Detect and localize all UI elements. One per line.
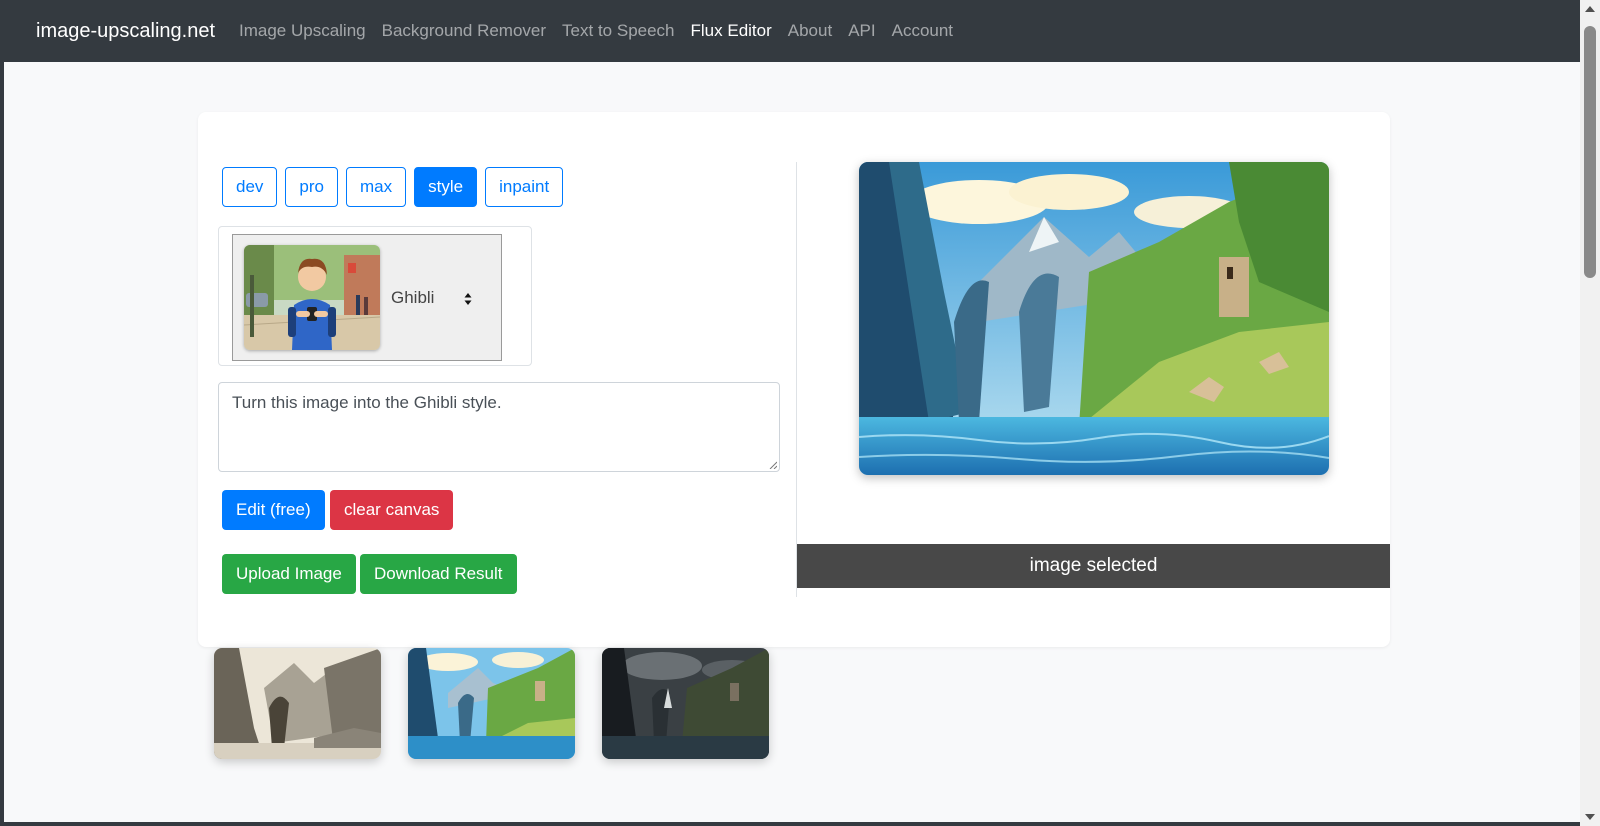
upload-image-button[interactable]: Upload Image [222, 554, 356, 594]
edit-button[interactable]: Edit (free) [222, 490, 325, 530]
tab-pro[interactable]: pro [285, 167, 338, 207]
ghibli-fjord-thumbnail[interactable] [408, 648, 575, 759]
boy-with-phone-thumbnail [244, 245, 380, 350]
prompt-textarea[interactable]: Turn this image into the Ghibli style. [218, 382, 780, 472]
top-navbar: image-upscaling.net Image Upscaling Back… [4, 0, 1580, 62]
scroll-down-icon[interactable] [1585, 814, 1595, 820]
sketch-fjord-thumbnail[interactable] [214, 648, 381, 759]
tab-dev[interactable]: dev [222, 167, 278, 207]
clear-canvas-button[interactable]: clear canvas [330, 490, 454, 530]
prompt-text: Turn this image into the Ghibli style. [232, 393, 502, 412]
page-scrollbar[interactable] [1580, 0, 1600, 826]
sort-caret-icon [464, 292, 472, 306]
nav-link-image-upscaling[interactable]: Image Upscaling [239, 21, 366, 41]
nav-link-api[interactable]: API [848, 21, 875, 41]
tab-style[interactable]: style [414, 167, 478, 207]
status-bar: image selected [797, 544, 1390, 588]
resize-grip-icon[interactable] [769, 461, 777, 469]
dark-fjord-thumbnail[interactable] [602, 648, 769, 759]
nav-link-account[interactable]: Account [892, 21, 953, 41]
style-select[interactable]: Ghibli [232, 234, 502, 361]
scroll-thumb[interactable] [1584, 26, 1596, 278]
style-selected-label: Ghibli [391, 287, 435, 307]
nav-link-text-to-speech[interactable]: Text to Speech [562, 21, 674, 41]
download-result-button[interactable]: Download Result [360, 554, 517, 594]
nav-link-background-remover[interactable]: Background Remover [382, 21, 546, 41]
style-picker-container: Ghibli [218, 226, 532, 366]
column-divider [796, 162, 797, 597]
result-image[interactable] [859, 162, 1329, 475]
scroll-up-icon[interactable] [1585, 6, 1595, 12]
model-tabs: dev pro max style inpaint [222, 167, 564, 207]
nav-link-flux-editor[interactable]: Flux Editor [691, 21, 772, 41]
tab-max[interactable]: max [346, 167, 407, 207]
browser-window: image-upscaling.net Image Upscaling Back… [4, 0, 1580, 822]
editor-card: dev pro max style inpaint Ghibli Turn th… [198, 112, 1390, 647]
editor-controls: dev pro max style inpaint Ghibli Turn th… [198, 112, 796, 647]
nav-link-about[interactable]: About [788, 21, 832, 41]
brand-link[interactable]: image-upscaling.net [36, 20, 215, 43]
tab-inpaint[interactable]: inpaint [485, 167, 564, 207]
